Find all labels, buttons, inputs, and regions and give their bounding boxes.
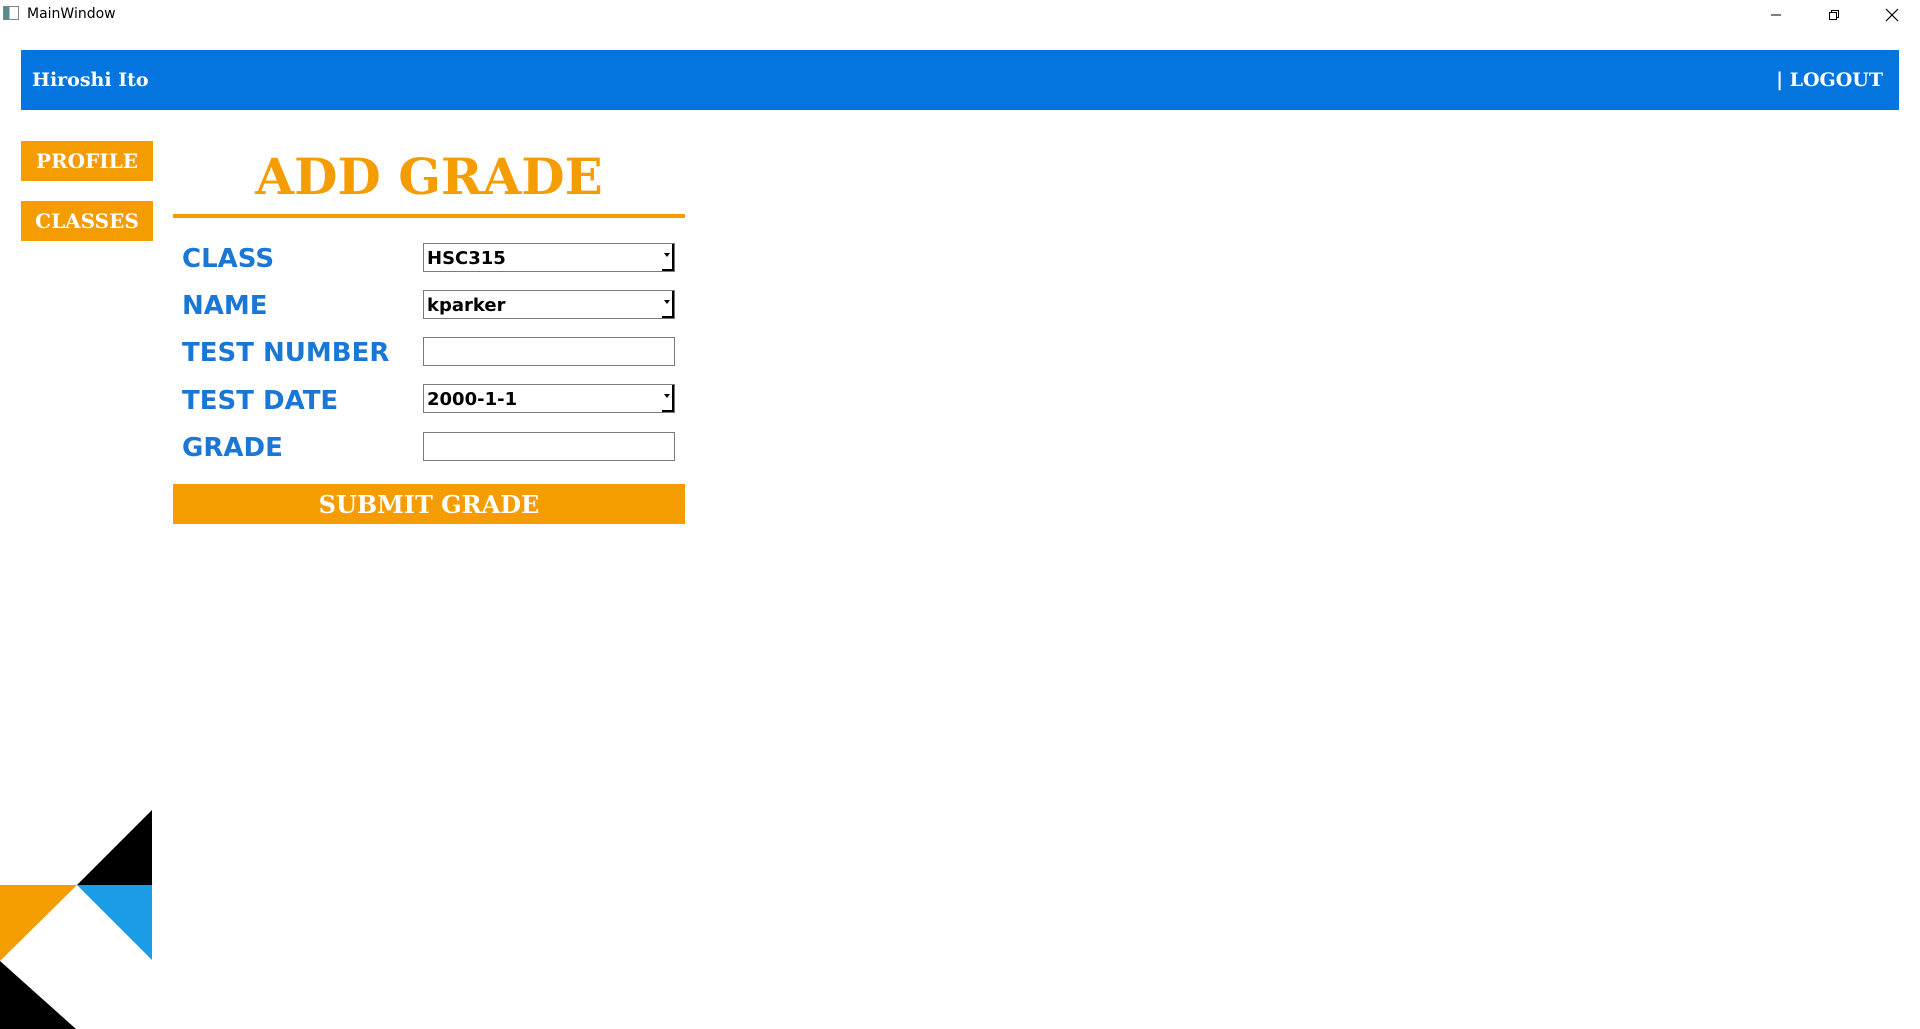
user-name: Hiroshi Ito: [32, 69, 149, 91]
minimize-button[interactable]: [1753, 0, 1799, 30]
logout-button[interactable]: | LOGOUT: [1776, 69, 1883, 91]
title-bar[interactable]: MainWindow: [0, 0, 1920, 30]
main-window: MainWindow Hiroshi Ito | LOGOUT PROFILE …: [0, 0, 1920, 1029]
orange-triangle: [0, 885, 77, 961]
window-title: MainWindow: [27, 6, 116, 22]
test-number-input[interactable]: [423, 337, 675, 366]
test-number-label: TEST NUMBER: [182, 338, 390, 368]
chevron-down-icon[interactable]: [662, 385, 674, 412]
class-label: CLASS: [182, 244, 275, 274]
test-date-dropdown[interactable]: 2000-1-1: [423, 384, 675, 413]
title-divider: [173, 214, 685, 218]
page-title: ADD GRADE: [255, 147, 603, 206]
grade-input[interactable]: [423, 432, 675, 461]
close-button[interactable]: [1869, 0, 1915, 30]
name-dropdown-value: kparker: [427, 295, 506, 316]
restore-icon: [1829, 10, 1839, 20]
header-bar: Hiroshi Ito | LOGOUT: [21, 50, 1899, 110]
test-date-dropdown-value: 2000-1-1: [427, 389, 518, 410]
class-dropdown[interactable]: HSC315: [423, 243, 675, 272]
grade-label: GRADE: [182, 433, 283, 463]
minimize-icon: [1771, 14, 1781, 16]
profile-button[interactable]: PROFILE: [21, 141, 153, 181]
black-triangle-top: [77, 810, 152, 885]
name-label: NAME: [182, 291, 268, 321]
black-triangle-bottom: [0, 961, 76, 1029]
test-date-label: TEST DATE: [182, 386, 339, 416]
app-icon: [3, 6, 19, 20]
chevron-down-icon[interactable]: [662, 244, 674, 271]
class-dropdown-value: HSC315: [427, 248, 506, 269]
name-dropdown[interactable]: kparker: [423, 290, 675, 319]
restore-button[interactable]: [1811, 0, 1857, 30]
chevron-down-icon[interactable]: [662, 291, 674, 318]
submit-grade-button[interactable]: SUBMIT GRADE: [173, 484, 685, 524]
decorative-triangles: [0, 810, 152, 1029]
blue-triangle: [77, 885, 152, 960]
close-icon: [1885, 8, 1899, 22]
classes-button[interactable]: CLASSES: [21, 201, 153, 241]
